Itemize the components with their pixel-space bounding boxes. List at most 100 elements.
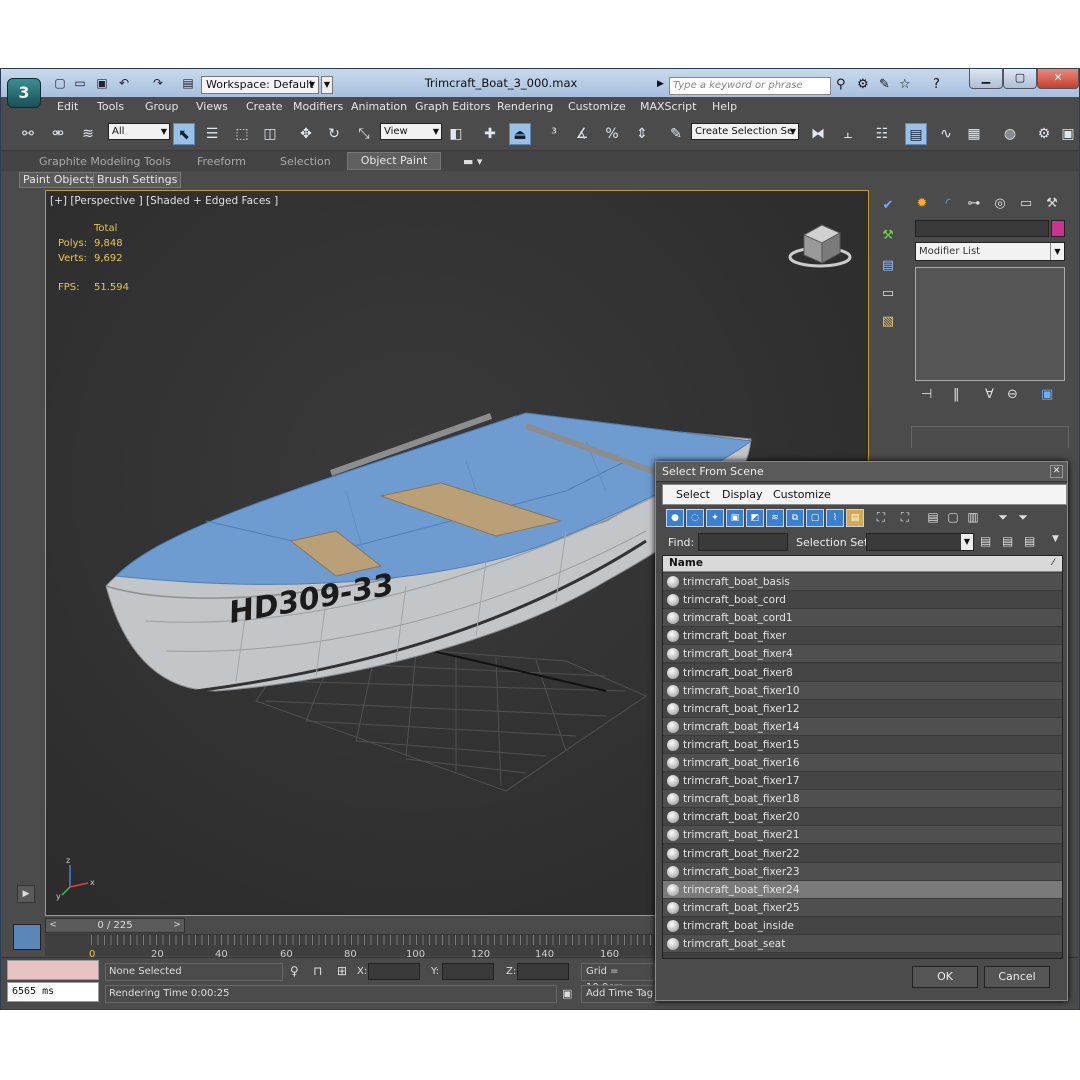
schematic-view-icon[interactable]: ▦ <box>963 123 985 145</box>
folder-icon[interactable]: ▧ <box>877 312 899 332</box>
select-all-icon[interactable]: ▤ <box>924 509 942 527</box>
menu-rendering[interactable]: Rendering <box>497 100 553 113</box>
menu-views[interactable]: Views <box>196 100 228 113</box>
display-tab-icon[interactable]: ▭ <box>1015 194 1037 214</box>
find-input[interactable] <box>698 533 788 551</box>
list-item[interactable]: trimcraft_boat_fixer24 <box>663 880 1062 899</box>
dialog-menu-display[interactable]: Display <box>722 488 763 501</box>
remove-modifier-icon[interactable]: ⊖ <box>1007 387 1018 402</box>
menu-help[interactable]: Help <box>712 100 737 113</box>
menu-create[interactable]: Create <box>246 100 283 113</box>
search-input[interactable]: Type a keyword or phrase <box>669 77 831 95</box>
viewcube-icon[interactable] <box>788 224 852 268</box>
list-item[interactable]: trimcraft_boat_fixer25 <box>663 898 1062 917</box>
selection-lock-icon[interactable]: ⊓ <box>313 964 322 978</box>
object-color-swatch[interactable] <box>1051 220 1065 237</box>
favorites-star-icon[interactable]: ☆ <box>899 77 911 92</box>
list-item[interactable]: trimcraft_boat_fixer21 <box>663 826 1062 845</box>
tab-selection[interactable]: Selection <box>280 155 331 168</box>
pin-stack-icon[interactable]: ⊣ <box>921 387 932 402</box>
window-crossing-icon[interactable]: ◫ <box>259 123 281 145</box>
tab-graphite-modeling-tools[interactable]: Graphite Modeling Tools <box>39 155 171 168</box>
render-frame-icon[interactable]: ▣ <box>1057 123 1079 145</box>
select-by-name-icon[interactable]: ☰ <box>201 123 223 145</box>
time-tag-icon[interactable]: ▣ <box>562 987 572 1000</box>
list-item[interactable]: trimcraft_boat_fixer <box>663 627 1062 646</box>
modifier-list-dropdown[interactable]: Modifier List ▼ <box>915 242 1065 261</box>
percent-snap-icon[interactable]: % <box>601 123 623 145</box>
layer-manager-icon[interactable]: ☷ <box>871 123 893 145</box>
open-file-icon[interactable]: ▭ <box>73 77 87 90</box>
subtab-paint-objects[interactable]: Paint Objects <box>19 172 100 188</box>
display-xrefs-icon[interactable]: ▢ <box>806 509 824 527</box>
rotate-icon[interactable]: ↻ <box>323 123 345 145</box>
maximize-button[interactable]: ▢ <box>1003 69 1037 89</box>
move-icon[interactable]: ✥ <box>295 123 317 145</box>
render-setup-icon[interactable]: ⚙ <box>1033 123 1055 145</box>
create-tab-icon[interactable]: ✹ <box>911 194 933 214</box>
list-item[interactable]: trimcraft_boat_fixer15 <box>663 735 1062 754</box>
display-bones-icon[interactable]: ⌇ <box>826 509 844 527</box>
bind-space-warp-icon[interactable]: ≋ <box>77 123 99 145</box>
redo-icon[interactable]: ↷ <box>151 77 165 90</box>
select-none-icon[interactable]: ▢ <box>944 509 962 527</box>
list-item[interactable]: trimcraft_boat_cord <box>663 591 1062 610</box>
configure-modifier-sets-icon[interactable]: ▣ <box>1041 387 1053 402</box>
save-file-icon[interactable]: ▣ <box>95 77 109 90</box>
material-editor-icon[interactable]: ◍ <box>999 123 1021 145</box>
scale-icon[interactable]: ⤡ <box>353 123 375 145</box>
selection-set-add-icon[interactable]: ▤ <box>980 534 991 548</box>
app-logo-icon[interactable]: 3 <box>7 78 41 108</box>
checkmark-icon[interactable]: ✔ <box>877 196 899 216</box>
menu-animation[interactable]: Animation <box>351 100 407 113</box>
utilities-tab-icon[interactable]: ⚒ <box>1041 194 1063 214</box>
help-icon[interactable]: ? <box>933 77 940 92</box>
time-slider[interactable]: < 0 / 225 > <box>45 918 185 933</box>
rectangular-selection-icon[interactable]: ⬚ <box>231 123 253 145</box>
list-item[interactable]: trimcraft_boat_seat <box>663 935 1062 953</box>
align-icon[interactable]: ⫠ <box>837 123 859 145</box>
close-button[interactable]: ✕ <box>1037 69 1079 89</box>
column-header-name[interactable]: Name ⁄ <box>663 556 1062 572</box>
display-hidden-icon[interactable]: ⛶ <box>896 509 914 527</box>
scene-object-list[interactable]: Name ⁄ trimcraft_boat_basis trimcraft_boat… <box>662 555 1063 959</box>
options-arrow-icon[interactable]: ▼ <box>1052 534 1059 544</box>
minimize-button[interactable]: ▁ <box>969 69 1003 89</box>
display-groups-icon[interactable]: ⧉ <box>786 509 804 527</box>
list-item[interactable]: trimcraft_boat_fixer14 <box>663 717 1062 736</box>
drill-icon[interactable]: ⚒ <box>877 226 899 246</box>
menu-edit[interactable]: Edit <box>57 100 78 113</box>
list-item[interactable]: trimcraft_boat_fixer23 <box>663 862 1062 881</box>
modifier-stack[interactable] <box>915 267 1065 381</box>
motion-tab-icon[interactable]: ◎ <box>989 194 1011 214</box>
tab-freeform[interactable]: Freeform <box>197 155 246 168</box>
filter-icon[interactable]: ⏷ <box>994 509 1012 527</box>
menu-graph-editors[interactable]: Graph Editors <box>415 100 491 113</box>
x-coordinate-field[interactable] <box>368 963 420 980</box>
menu-tools[interactable]: Tools <box>97 100 124 113</box>
communication-icon[interactable]: ✎ <box>879 77 890 92</box>
menu-customize[interactable]: Customize <box>568 100 626 113</box>
monitor-icon[interactable]: ▭ <box>877 284 899 304</box>
graphite-toggle-icon[interactable]: ▤ <box>905 123 927 145</box>
tab-object-paint[interactable]: Object Paint <box>347 152 441 170</box>
list-item[interactable]: trimcraft_boat_fixer16 <box>663 754 1062 772</box>
subtab-brush-settings[interactable]: Brush Settings <box>93 172 182 188</box>
selection-set-edit-icon[interactable]: ▤ <box>1024 534 1035 548</box>
list-item[interactable]: trimcraft_boat_fixer20 <box>663 808 1062 827</box>
modify-tab-icon[interactable]: ◜ <box>937 194 959 214</box>
subscription-icon[interactable]: ⚙ <box>857 77 869 92</box>
unlink-icon[interactable]: ⚮ <box>47 123 69 145</box>
select-manipulate-icon[interactable]: ✚ <box>479 123 501 145</box>
list-item[interactable]: trimcraft_boat_fixer8 <box>663 663 1062 682</box>
display-lights-icon[interactable]: ✦ <box>706 509 724 527</box>
link-icon[interactable]: ⚯ <box>17 123 39 145</box>
menu-group[interactable]: Group <box>145 100 179 113</box>
display-helpers-icon[interactable]: ◩ <box>746 509 764 527</box>
maxscript-listener[interactable] <box>7 960 99 980</box>
list-item[interactable]: trimcraft_boat_fixer22 <box>663 844 1062 863</box>
reference-coordinate-dropdown[interactable]: View ▼ <box>380 123 442 140</box>
list-item[interactable]: trimcraft_boat_cord1 <box>663 609 1062 628</box>
snaps-toggle-icon[interactable]: ³ <box>543 123 565 145</box>
spinner-snap-icon[interactable]: ⇕ <box>631 123 653 145</box>
